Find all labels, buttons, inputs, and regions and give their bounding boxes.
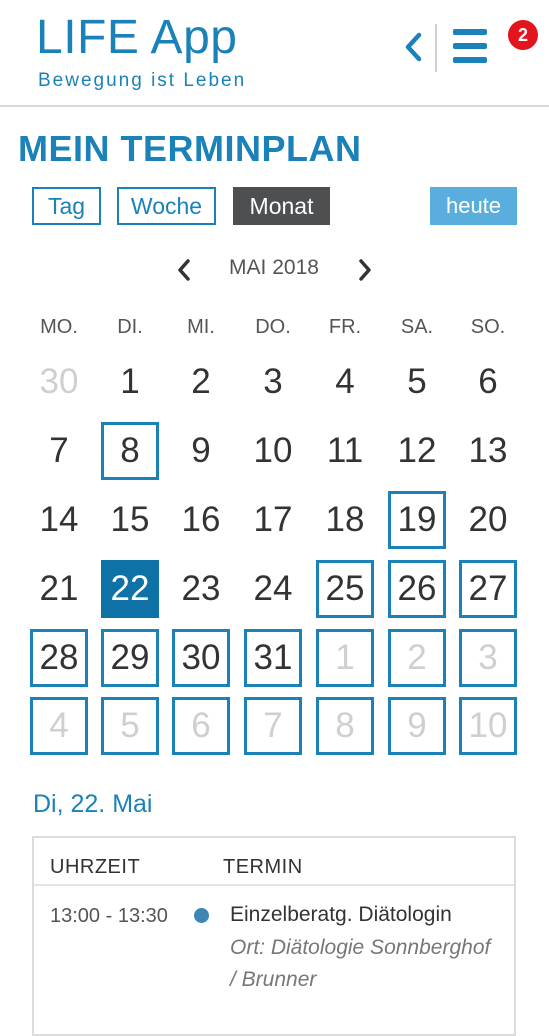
back-button[interactable] <box>398 28 428 66</box>
calendar-day[interactable]: 26 <box>388 560 446 618</box>
calendar-day[interactable]: 22 <box>101 560 159 618</box>
calendar-day[interactable]: 14 <box>30 491 88 549</box>
today-button[interactable]: heute <box>430 187 517 225</box>
calendar-day-other-month[interactable]: 6 <box>172 697 230 755</box>
selected-date-heading: Di, 22. Mai <box>33 790 153 818</box>
calendar-day[interactable]: 4 <box>316 353 374 411</box>
calendar-day[interactable]: 18 <box>316 491 374 549</box>
hamburger-menu-icon <box>453 29 487 35</box>
calendar-day[interactable]: 15 <box>101 491 159 549</box>
column-header-appointment: TERMIN <box>223 856 303 878</box>
page-title: MEIN TERMINPLAN <box>18 128 362 169</box>
calendar-day[interactable]: 1 <box>101 353 159 411</box>
chevron-left-icon <box>178 259 190 281</box>
calendar-day[interactable]: 27 <box>459 560 517 618</box>
calendar-day[interactable]: 19 <box>388 491 446 549</box>
calendar-day[interactable]: 9 <box>172 422 230 480</box>
calendar-day[interactable]: 7 <box>30 422 88 480</box>
calendar-day-other-month[interactable]: 7 <box>244 697 302 755</box>
previous-month-button[interactable] <box>172 256 196 284</box>
calendar-day[interactable]: 5 <box>388 353 446 411</box>
app-header: LIFE App Bewegung ist Leben 2 <box>0 0 549 107</box>
calendar-day[interactable]: 10 <box>244 422 302 480</box>
calendar-day-other-month[interactable]: 3 <box>459 629 517 687</box>
calendar-day[interactable]: 3 <box>244 353 302 411</box>
calendar-day[interactable]: 13 <box>459 422 517 480</box>
header-divider <box>435 24 437 72</box>
weekday-label: DO. <box>255 316 291 338</box>
calendar-day[interactable]: 6 <box>459 353 517 411</box>
month-navigation: MAI 2018 <box>0 248 549 292</box>
calendar-day[interactable]: 21 <box>30 560 88 618</box>
weekday-label: MI. <box>187 316 215 338</box>
calendar-day-other-month[interactable]: 2 <box>388 629 446 687</box>
calendar-day-other-month[interactable]: 1 <box>316 629 374 687</box>
calendar-day-other-month[interactable]: 9 <box>388 697 446 755</box>
appointment-indicator-dot <box>194 908 209 923</box>
calendar-day-other-month[interactable]: 8 <box>316 697 374 755</box>
calendar-day-other-month[interactable]: 4 <box>30 697 88 755</box>
calendar-day[interactable]: 30 <box>172 629 230 687</box>
calendar-day[interactable]: 24 <box>244 560 302 618</box>
weekday-label: FR. <box>328 316 362 338</box>
calendar-day[interactable]: 2 <box>172 353 230 411</box>
calendar-day[interactable]: 11 <box>316 422 374 480</box>
weekday-label: MO. <box>40 316 78 338</box>
calendar-day-other-month[interactable]: 30 <box>30 353 88 411</box>
appointments-table: UHRZEIT TERMIN 13:00 - 13:30 Einzelberat… <box>32 836 516 1036</box>
calendar-day[interactable]: 20 <box>459 491 517 549</box>
calendar-day[interactable]: 23 <box>172 560 230 618</box>
menu-button[interactable] <box>450 26 490 66</box>
view-day-button[interactable]: Tag <box>32 187 101 225</box>
weekday-label: SA. <box>400 316 434 338</box>
calendar-day[interactable]: 25 <box>316 560 374 618</box>
app-tagline: Bewegung ist Leben <box>38 70 247 91</box>
calendar-day[interactable]: 12 <box>388 422 446 480</box>
view-week-button[interactable]: Woche <box>117 187 216 225</box>
calendar-day-other-month[interactable]: 10 <box>459 697 517 755</box>
appointment-title: Einzelberatg. Diätologin <box>230 903 452 926</box>
column-header-time: UHRZEIT <box>50 856 141 878</box>
month-label: MAI 2018 <box>229 256 319 279</box>
appointment-time: 13:00 - 13:30 <box>50 905 168 927</box>
chevron-left-icon <box>405 32 422 62</box>
calendar-day[interactable]: 31 <box>244 629 302 687</box>
appointment-location: Ort: Diätologie Sonnberghof / Brunner <box>230 936 491 991</box>
weekday-label: SO. <box>470 316 506 338</box>
weekday-label: DI. <box>117 316 143 338</box>
calendar-day[interactable]: 16 <box>172 491 230 549</box>
calendar-day[interactable]: 8 <box>101 422 159 480</box>
view-month-button[interactable]: Monat <box>233 187 330 225</box>
app-logo-title: LIFE App <box>36 11 238 64</box>
calendar-day[interactable]: 17 <box>244 491 302 549</box>
calendar-day[interactable]: 29 <box>101 629 159 687</box>
calendar-day[interactable]: 28 <box>30 629 88 687</box>
notification-badge[interactable]: 2 <box>508 20 538 50</box>
next-month-button[interactable] <box>353 256 377 284</box>
calendar-day-other-month[interactable]: 5 <box>101 697 159 755</box>
table-header-divider <box>34 884 514 886</box>
chevron-right-icon <box>359 259 371 281</box>
